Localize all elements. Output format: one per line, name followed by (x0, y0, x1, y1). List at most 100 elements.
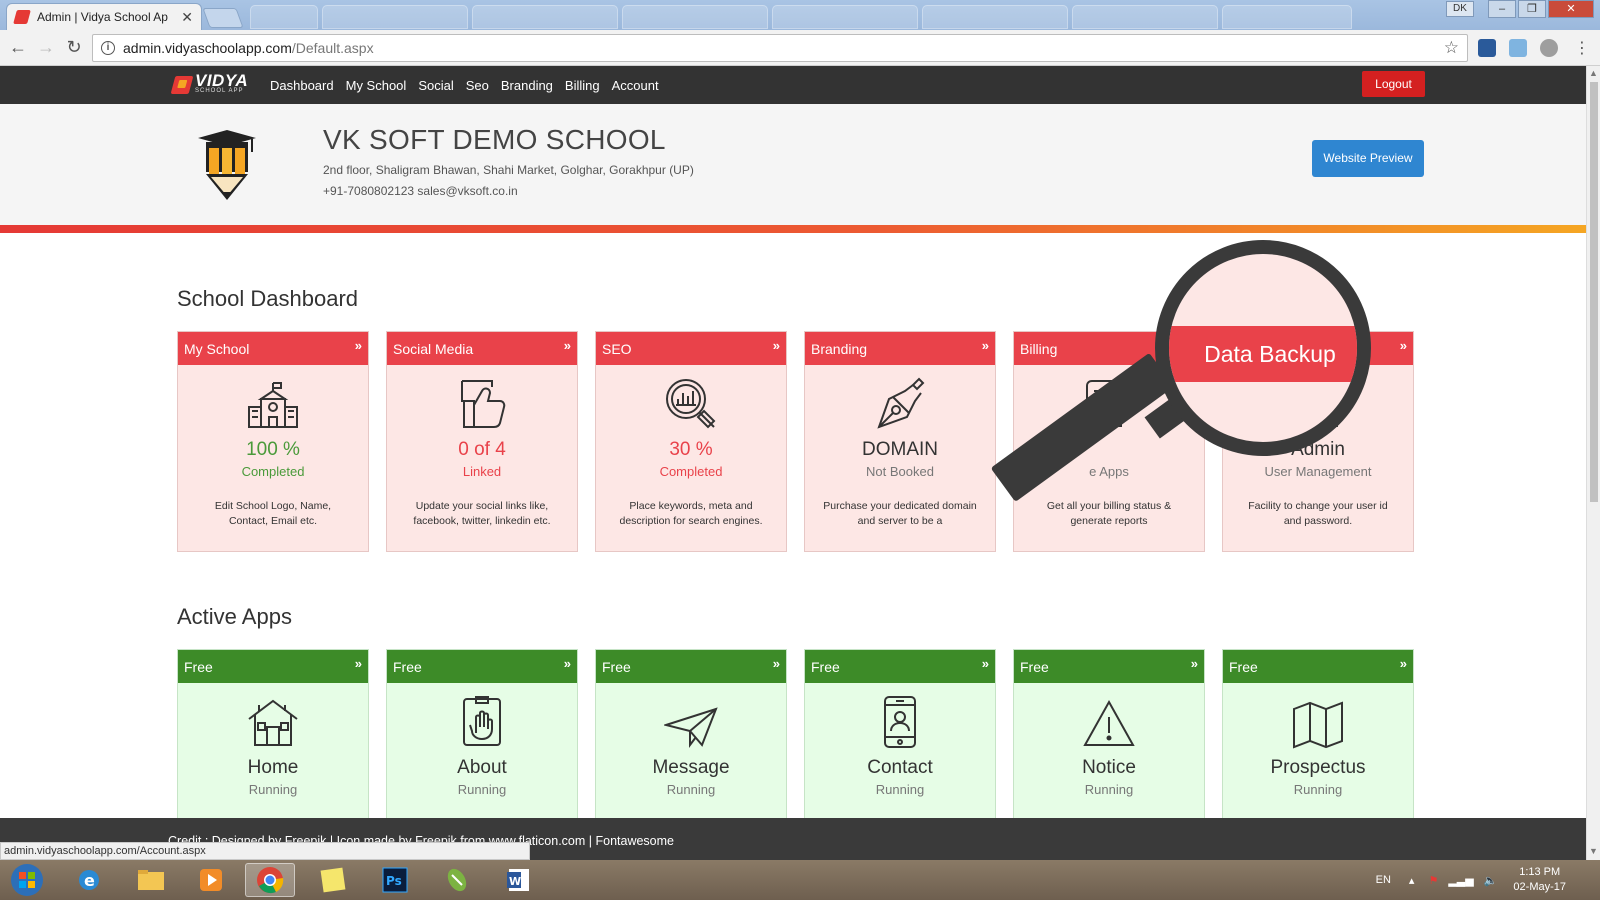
browser-tab[interactable] (622, 5, 768, 29)
scroll-up-arrow-icon[interactable]: ▲ (1589, 68, 1598, 78)
taskbar-sticky-notes[interactable] (308, 863, 358, 897)
browser-tab[interactable] (322, 5, 468, 29)
taskbar-photoshop[interactable]: Ps (370, 863, 420, 897)
url-path: /Default.aspx (291, 40, 374, 56)
taskbar-media[interactable] (186, 863, 236, 897)
photoshop-icon: Ps (382, 867, 408, 893)
card-header-label: SEO (602, 341, 632, 357)
close-window-button[interactable]: ✕ (1548, 0, 1594, 18)
extension-icon[interactable] (1478, 39, 1496, 57)
graduation-pencil-logo-icon (198, 130, 256, 200)
dashboard-card-social-media[interactable]: Social Media » 0 of 4 Linked Update your … (386, 331, 578, 552)
nav-link-seo[interactable]: Seo (466, 78, 489, 93)
profile-badge[interactable]: DK (1446, 1, 1474, 17)
new-tab-button[interactable] (202, 8, 244, 28)
app-card-prospectus[interactable]: Free » Prospectus Running (1222, 649, 1414, 819)
tab-title: Admin | Vidya School Ap (37, 10, 168, 24)
word-icon: W (507, 869, 529, 891)
reload-icon[interactable]: ↻ (60, 37, 88, 58)
app-card-home[interactable]: Free » Home Running (177, 649, 369, 819)
browser-tab-active[interactable]: Admin | Vidya School Ap ✕ (6, 3, 202, 30)
svg-text:W: W (509, 875, 521, 888)
taskbar-word[interactable]: W (494, 863, 544, 897)
taskbar-explorer[interactable] (126, 863, 176, 897)
card-description: Get all your billing status & generate r… (1046, 500, 1172, 527)
volume-muted-icon[interactable]: 🔈 (1484, 874, 1498, 887)
paper-plane-icon (664, 707, 718, 748)
site-info-icon[interactable]: i (101, 41, 115, 55)
card-header-label: My School (184, 341, 250, 357)
tray-expand-icon[interactable]: ▴ (1409, 874, 1415, 887)
data-backup-label: Data Backup (1169, 326, 1357, 382)
back-arrow-icon[interactable]: ← (4, 37, 32, 58)
window-controls: – ❐ ✕ (1488, 0, 1594, 18)
media-player-icon (200, 869, 222, 891)
browser-toolbar: ← → ↻ i admin.vidyaschoolapp.com/Default… (0, 30, 1600, 66)
address-bar[interactable]: i admin.vidyaschoolapp.com/Default.aspx … (92, 34, 1468, 62)
clock-time: 1:13 PM (1519, 866, 1561, 878)
dashboard-card-seo[interactable]: SEO » 30 % Completed Place keywords, meta… (595, 331, 787, 552)
taskbar-chrome[interactable] (245, 863, 295, 897)
card-sub-label: Running (875, 782, 925, 797)
network-icon[interactable]: ▂▃▅ (1448, 874, 1473, 887)
minimize-button[interactable]: – (1488, 0, 1516, 18)
app-card-contact[interactable]: Free » Contact Running (804, 649, 996, 819)
extension-icon[interactable] (1509, 39, 1527, 57)
brand-logo[interactable]: VIDYA SCHOOL APP (170, 71, 249, 95)
card-sub-label: Running (457, 782, 507, 797)
card-header-label: Free (811, 659, 840, 675)
globe-icon[interactable] (1540, 39, 1558, 57)
dashboard-card-my-school[interactable]: My School » 100 % Completed Edit School L… (177, 331, 369, 552)
nav-link-dashboard[interactable]: Dashboard (270, 78, 334, 93)
flag-icon[interactable]: ⚑ (1428, 874, 1438, 887)
website-preview-button[interactable]: Website Preview (1312, 140, 1424, 177)
nav-link-billing[interactable]: Billing (565, 78, 600, 93)
card-description: Purchase your dedicated domain and serve… (823, 500, 977, 527)
nav-link-account[interactable]: Account (612, 78, 659, 93)
app-card-message[interactable]: Free » Message Running (595, 649, 787, 819)
bookmark-star-icon[interactable]: ☆ (1444, 38, 1459, 58)
forward-arrow-icon[interactable]: → (32, 37, 60, 58)
restore-button[interactable]: ❐ (1518, 0, 1546, 18)
logout-button[interactable]: Logout (1362, 71, 1425, 97)
windows-start-icon (11, 864, 43, 896)
browser-tab[interactable] (922, 5, 1068, 29)
card-sub-label: Running (666, 782, 716, 797)
nav-link-branding[interactable]: Branding (501, 78, 553, 93)
scroll-down-arrow-icon[interactable]: ▼ (1589, 846, 1598, 856)
card-header-label: Social Media (393, 341, 474, 357)
school-building-icon (248, 382, 298, 428)
browser-tab[interactable] (1072, 5, 1218, 29)
gradient-divider (0, 225, 1586, 233)
nav-link-my-school[interactable]: My School (346, 78, 407, 93)
app-card-about[interactable]: Free » About Running (386, 649, 578, 819)
vertical-scrollbar[interactable]: ▲ ▼ (1586, 66, 1600, 860)
language-indicator[interactable]: EN (1376, 874, 1391, 886)
double-chevron-right-icon: » (1399, 656, 1407, 671)
double-chevron-right-icon: » (772, 656, 780, 671)
double-chevron-right-icon: » (563, 338, 571, 353)
app-card-notice[interactable]: Free » Notice Running (1013, 649, 1205, 819)
dashboard-card-branding[interactable]: Branding » DOMAIN Not Booked Purchase you… (804, 331, 996, 552)
taskbar-inkscape[interactable] (432, 863, 482, 897)
card-main-value: Notice (1082, 757, 1136, 778)
scrollbar-thumb[interactable] (1590, 82, 1598, 502)
start-button[interactable] (2, 863, 52, 897)
menu-kebab-icon[interactable]: ⋮ (1574, 38, 1590, 58)
browser-tab[interactable] (250, 5, 318, 29)
browser-tab[interactable] (1222, 5, 1352, 29)
double-chevron-right-icon: » (1399, 338, 1407, 353)
tab-close-icon[interactable]: ✕ (181, 9, 193, 26)
card-header-label: Branding (811, 341, 868, 357)
school-header: VK SOFT DEMO SCHOOL 2nd floor, Shaligram… (0, 104, 1586, 225)
system-clock[interactable]: 1:13 PM 02-May-17 (1513, 865, 1566, 895)
brand-name: VIDYA (195, 71, 249, 90)
system-tray: EN ▴ ⚑ ▂▃▅ 🔈 1:13 PM 02-May-17 (1376, 860, 1600, 900)
pen-tool-icon (447, 868, 467, 892)
card-header-label: Free (602, 659, 631, 675)
double-chevron-right-icon: » (1190, 656, 1198, 671)
browser-tab[interactable] (772, 5, 918, 29)
browser-tab[interactable] (472, 5, 618, 29)
taskbar-ie[interactable]: e (64, 863, 114, 897)
nav-link-social[interactable]: Social (418, 78, 453, 93)
